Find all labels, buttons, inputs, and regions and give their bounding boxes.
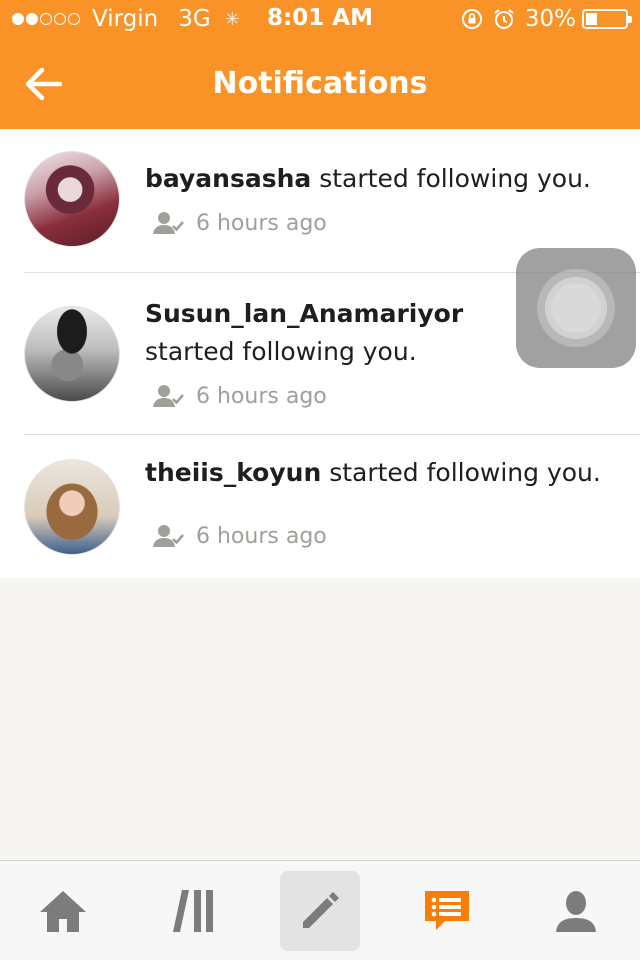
top-bar: Virgin 3G ✳ 8:01 AM 30% Notifications (0, 0, 640, 129)
chat-list-icon (425, 891, 469, 930)
avatar[interactable] (24, 459, 120, 555)
notification-time: 6 hours ago (196, 210, 327, 236)
home-icon (40, 891, 86, 932)
avatar[interactable] (24, 151, 120, 247)
profile-icon (556, 891, 596, 932)
notification-text: theiis_koyun started following you. (145, 454, 630, 492)
notification-action: started following you. (145, 337, 417, 366)
notification-time: 6 hours ago (196, 383, 327, 409)
notification-meta: 6 hours ago (152, 383, 327, 409)
library-icon (173, 890, 213, 932)
notification-meta: 6 hours ago (152, 523, 327, 549)
tab-library[interactable] (153, 871, 233, 951)
rotation-lock-icon (461, 8, 483, 30)
pencil-icon (303, 892, 339, 928)
username-link[interactable]: theiis_koyun (145, 458, 321, 487)
username-link[interactable]: bayansasha (145, 164, 311, 193)
notification-time: 6 hours ago (196, 523, 327, 549)
alarm-icon (493, 8, 515, 30)
notification-meta: 6 hours ago (152, 210, 327, 236)
status-right: 30% (461, 6, 632, 32)
username-link[interactable]: Susun_lan_Anamariyor (145, 299, 463, 328)
battery-icon (582, 9, 632, 29)
notification-action: started following you. (319, 164, 591, 193)
status-bar: Virgin 3G ✳ 8:01 AM 30% (0, 0, 640, 40)
tab-notifications[interactable] (407, 871, 487, 951)
tab-profile[interactable] (536, 871, 616, 951)
tab-home[interactable] (23, 871, 103, 951)
nav-bar: Notifications (0, 40, 640, 129)
avatar[interactable] (24, 306, 120, 402)
notification-action: started following you. (329, 458, 601, 487)
battery-percent: 30% (524, 6, 576, 32)
page-title: Notifications (212, 66, 428, 101)
notification-item[interactable]: theiis_koyun started following you. 6 ho… (24, 435, 640, 578)
notification-text: bayansasha started following you. (145, 160, 630, 198)
notification-text: Susun_lan_Anamariyor started following y… (145, 295, 515, 371)
user-check-icon (153, 212, 184, 234)
user-check-icon (153, 525, 184, 547)
assistive-touch-button[interactable] (516, 248, 636, 368)
tab-write[interactable] (280, 871, 360, 951)
user-check-icon (153, 385, 184, 407)
tab-bar (0, 860, 640, 960)
